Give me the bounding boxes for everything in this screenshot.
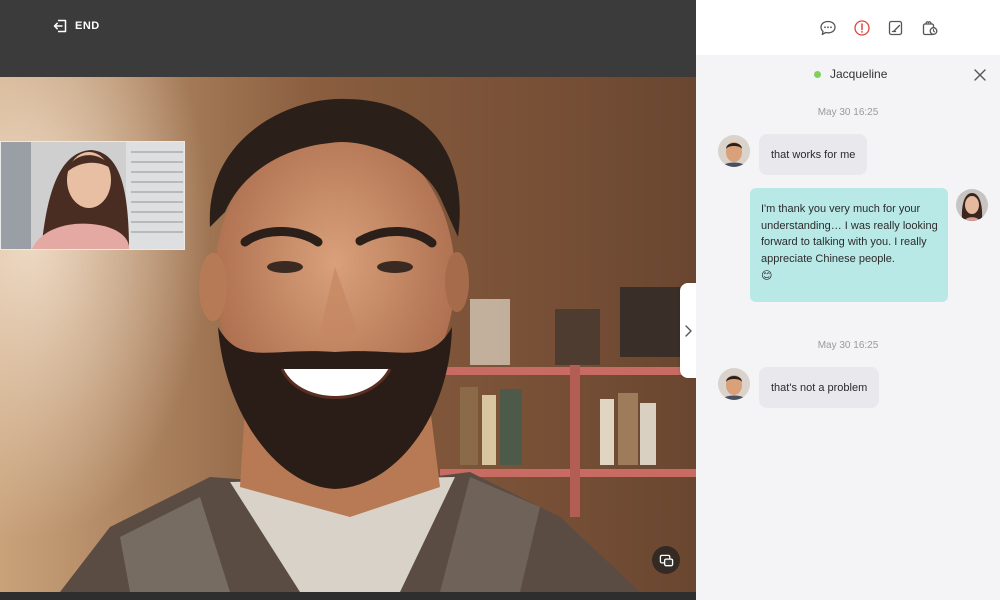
message-text: that works for me [771, 148, 856, 161]
exit-icon [53, 19, 67, 33]
smile-emoji: 😊 [761, 270, 773, 282]
video-bottom-strip [0, 592, 696, 600]
video-call-panel: END [0, 0, 696, 600]
contact-avatar[interactable] [718, 135, 750, 167]
message-timestamp: May 30 16:25 [817, 340, 879, 351]
switch-screen-button[interactable] [652, 546, 680, 574]
end-call-label: END [75, 20, 100, 32]
online-status-dot [814, 71, 821, 78]
close-icon [974, 69, 986, 81]
chat-header: Jacqueline [696, 55, 1000, 95]
notes-button[interactable] [886, 18, 906, 38]
chat-button[interactable] [818, 18, 838, 38]
info-button[interactable] [852, 18, 872, 38]
incoming-message: that works for me [759, 134, 868, 175]
gift-button[interactable] [920, 18, 940, 38]
end-call-button[interactable]: END [52, 16, 100, 36]
close-chat-button[interactable] [972, 67, 988, 83]
collapse-chat-tab[interactable] [680, 283, 697, 378]
incoming-message: that's not a problem [759, 367, 880, 408]
edit-note-icon [888, 20, 903, 36]
info-icon [854, 20, 870, 36]
contact-avatar[interactable] [718, 368, 750, 400]
video-top-bar: END [0, 0, 696, 77]
message-text: I'm thank you very much for your underst… [761, 203, 938, 265]
message-timestamp: May 30 16:25 [817, 107, 879, 118]
top-toolbar [696, 0, 1000, 55]
gift-icon [922, 21, 938, 36]
chevron-right-icon [685, 324, 692, 337]
self-avatar[interactable] [956, 189, 988, 221]
contact-name: Jacqueline [830, 67, 888, 81]
chat-bubble-icon [820, 20, 836, 36]
message-text: that's not a problem [771, 381, 868, 394]
screen-switch-icon [659, 554, 673, 566]
self-view-video[interactable] [0, 141, 185, 250]
outgoing-message: I'm thank you very much for your underst… [750, 188, 948, 302]
chat-panel: Jacqueline May 30 16:25 that works for m… [696, 55, 1000, 600]
